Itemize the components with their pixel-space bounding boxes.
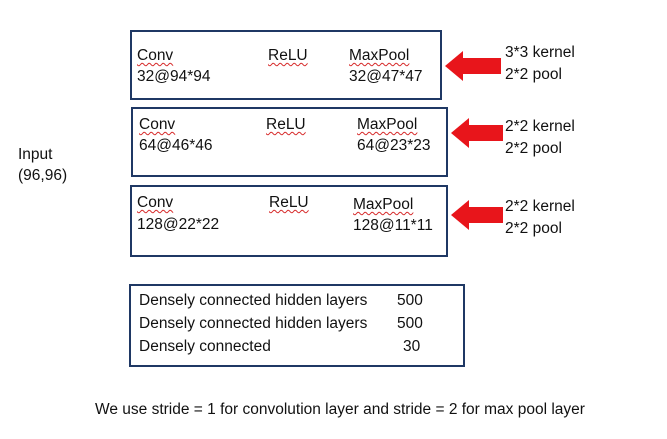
maxpool-dims: 64@23*23 (357, 137, 431, 154)
conv-label: Conv (137, 47, 174, 64)
block-1-kernel-note: 3*3 kernel (505, 44, 575, 61)
input-shape: (96,96) (18, 167, 68, 184)
dense-layer-label: Densely connected (139, 338, 271, 355)
dense-block: Densely connected hidden layers 500 Dens… (129, 284, 465, 367)
maxpool-label: MaxPool (349, 47, 410, 64)
maxpool-label: MaxPool (357, 116, 418, 133)
maxpool-label: MaxPool (353, 196, 414, 213)
conv-block-3: Conv 128@22*22 ReLU MaxPool 128@11*11 (130, 185, 448, 257)
conv-dims: 32@94*94 (137, 68, 211, 85)
dense-layer-label: Densely connected hidden layers (139, 315, 368, 332)
arrow-left-icon (451, 118, 503, 148)
maxpool-dims: 128@11*11 (353, 217, 433, 234)
stride-footnote: We use stride = 1 for convolution layer … (95, 401, 585, 418)
conv-block-2: Conv 64@46*46 ReLU MaxPool 64@23*23 (131, 107, 448, 177)
block-1-pool-note: 2*2 pool (505, 66, 562, 83)
input-label: Input (18, 146, 53, 163)
block-2-kernel-note: 2*2 kernel (505, 118, 575, 135)
conv-label: Conv (137, 194, 174, 211)
maxpool-dims: 32@47*47 (349, 68, 423, 85)
relu-label: ReLU (269, 194, 309, 211)
dense-layer-units: 30 (403, 338, 421, 355)
block-2-pool-note: 2*2 pool (505, 140, 562, 157)
arrow-left-icon (451, 200, 503, 230)
arrow-left-icon (445, 51, 501, 81)
relu-label: ReLU (266, 116, 306, 133)
dense-layer-units: 500 (397, 292, 423, 309)
block-3-kernel-note: 2*2 kernel (505, 198, 575, 215)
conv-label: Conv (139, 116, 176, 133)
dense-layer-units: 500 (397, 315, 423, 332)
dense-layer-label: Densely connected hidden layers (139, 292, 368, 309)
conv-dims: 64@46*46 (139, 137, 213, 154)
conv-block-1: Conv 32@94*94 ReLU MaxPool 32@47*47 (130, 30, 442, 100)
conv-dims: 128@22*22 (137, 216, 220, 233)
relu-label: ReLU (268, 47, 308, 64)
block-3-pool-note: 2*2 pool (505, 220, 562, 237)
